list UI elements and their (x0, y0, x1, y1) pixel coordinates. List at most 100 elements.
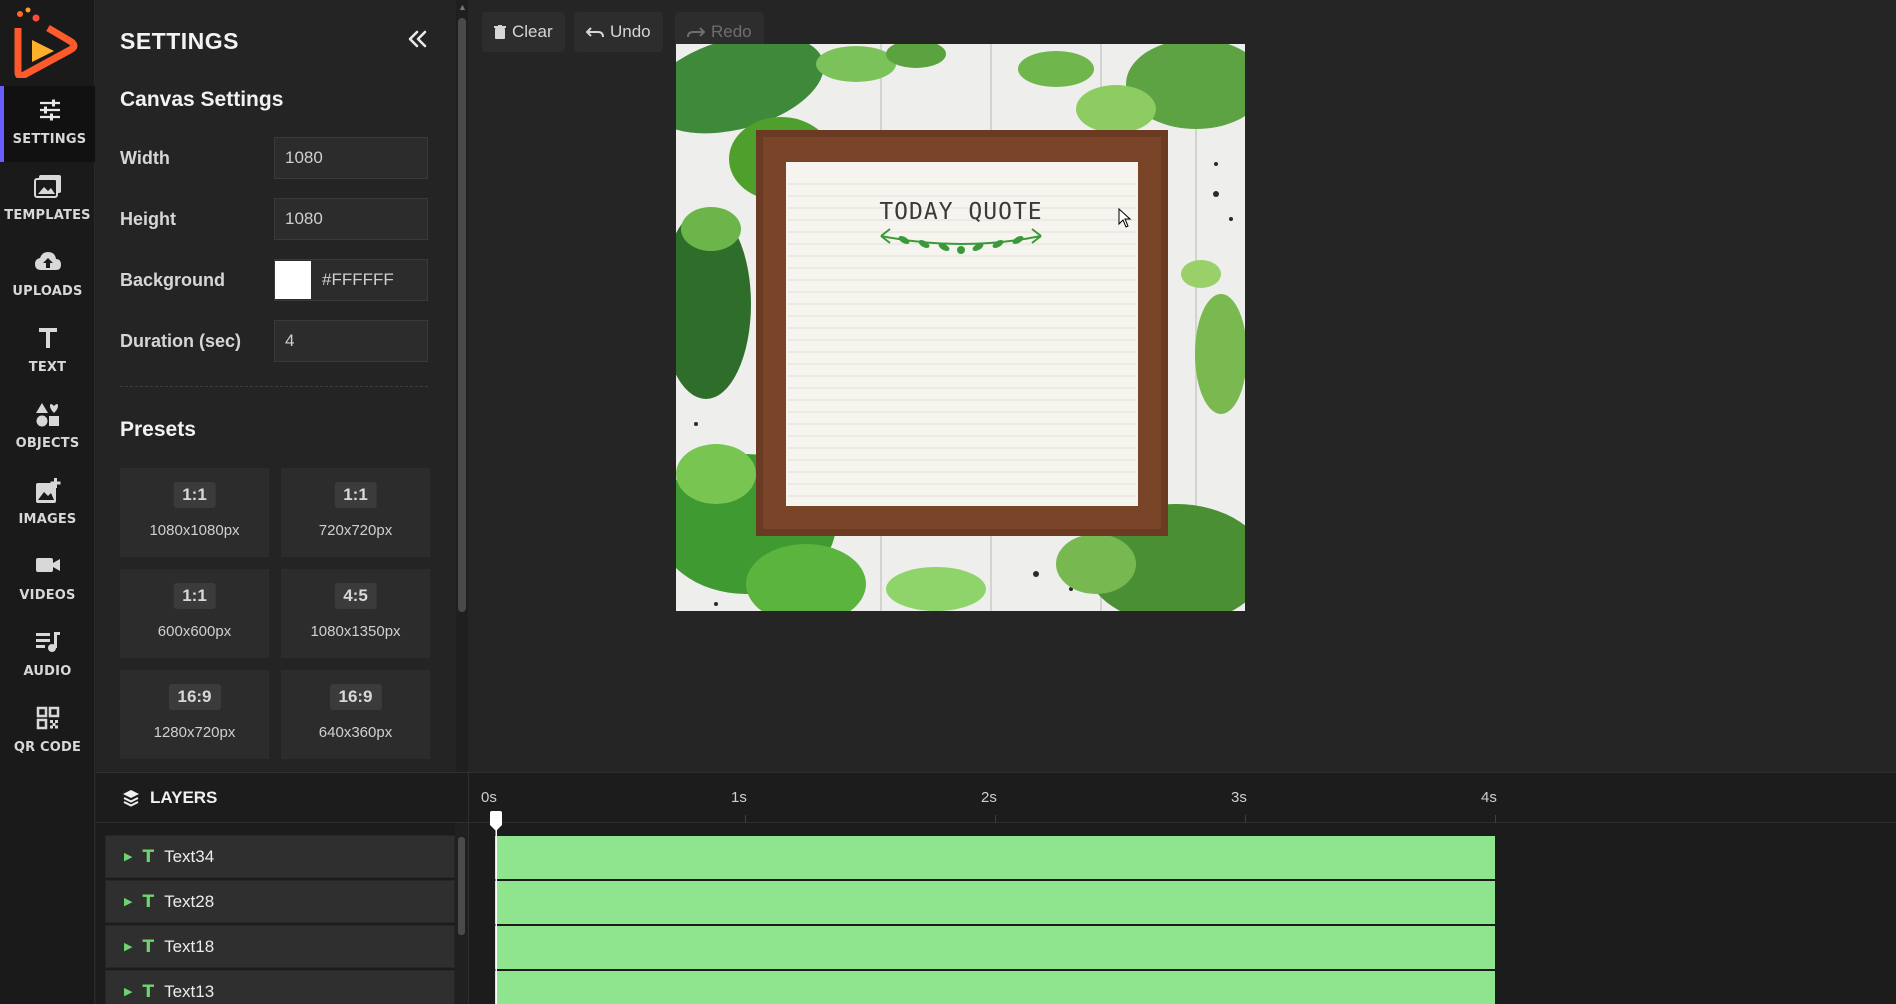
duration-input[interactable] (274, 320, 428, 362)
text-layer-icon: T (142, 936, 155, 957)
rail-uploads[interactable]: UPLOADS (0, 238, 95, 314)
layer-row[interactable]: ▶ T Text28 (105, 880, 455, 923)
redo-icon (687, 27, 705, 38)
height-input[interactable] (274, 198, 428, 240)
duration-label: Duration (sec) (120, 331, 242, 351)
design-canvas[interactable]: TODAY QUOTE (676, 44, 1245, 611)
rail-templates[interactable]: TEMPLATES (0, 162, 95, 238)
layer-name: Text18 (164, 936, 215, 956)
mouse-pointer-icon (1118, 207, 1132, 233)
preset-dimensions: 1080x1080px (149, 522, 240, 539)
quote-title-text[interactable]: TODAY QUOTE (879, 199, 1042, 225)
undo-icon (586, 27, 604, 38)
music-list-icon (0, 630, 95, 658)
preset-card[interactable]: 16:9 640x360px (281, 670, 430, 759)
video-camera-icon (0, 554, 95, 582)
layer-track-bar[interactable] (495, 881, 1495, 925)
preset-dimensions: 1080x1350px (310, 623, 401, 640)
layers-list: ▶ T Text34 ▶ T Text28 ▶ T Text18 ▶ T Tex… (96, 823, 468, 1004)
layer-row[interactable]: ▶ T Text13 (105, 970, 455, 1004)
rail-settings[interactable]: SETTINGS (0, 86, 95, 162)
rail-label: SETTINGS (12, 132, 87, 147)
layers-heading: LAYERS (150, 787, 218, 807)
undo-label: Undo (610, 22, 651, 41)
preset-dimensions: 600x600px (157, 623, 232, 640)
layer-row[interactable]: ▶ T Text34 (105, 835, 455, 878)
tick-label: 3s (1231, 789, 1247, 806)
rail-images[interactable]: IMAGES (0, 466, 95, 542)
timeline-ruler[interactable]: 0s 1s 2s 3s 4s (469, 773, 1896, 823)
layer-track-bar[interactable] (495, 971, 1495, 1004)
tick-label: 1s (731, 789, 747, 806)
height-label: Height (120, 209, 176, 229)
expand-caret-icon[interactable]: ▶ (124, 895, 132, 908)
scroll-up-arrow-icon[interactable]: ▲ (458, 2, 467, 12)
tick-mark (1495, 815, 1496, 823)
rail-objects[interactable]: OBJECTS (0, 390, 95, 466)
preset-ratio: 16:9 (329, 684, 382, 710)
preset-ratio: 1:1 (334, 482, 377, 508)
background-label: Background (120, 270, 226, 290)
canvas-workspace: Clear Undo Redo TODAY QUOTE (468, 0, 1896, 772)
qr-code-icon (0, 706, 95, 734)
panel-title: SETTINGS (120, 28, 240, 54)
cloud-upload-icon (0, 250, 95, 278)
background-color-swatch[interactable] (275, 261, 311, 299)
rail-label: IMAGES (18, 512, 77, 527)
undo-button[interactable]: Undo (574, 12, 663, 52)
rail-videos[interactable]: VIDEOS (0, 542, 95, 618)
collapse-panel-button[interactable] (404, 26, 430, 52)
preset-card[interactable]: 16:9 1280x720px (120, 670, 269, 759)
rail-qr-code[interactable]: QR CODE (0, 694, 95, 770)
expand-caret-icon[interactable]: ▶ (124, 985, 132, 998)
preset-card[interactable]: 1:1 600x600px (120, 569, 269, 658)
preset-ratio: 16:9 (168, 684, 221, 710)
add-image-icon (0, 478, 95, 506)
text-layer-icon: T (142, 981, 155, 1002)
redo-label: Redo (711, 22, 752, 41)
text-layer-icon: T (142, 846, 155, 867)
rail-label: TEXT (28, 360, 67, 375)
preset-ratio: 4:5 (334, 583, 377, 609)
rail-label: OBJECTS (15, 436, 80, 451)
layers-scrollbar[interactable] (455, 823, 468, 1004)
preset-dimensions: 640x360px (318, 724, 393, 741)
layer-track-bar[interactable] (495, 926, 1495, 970)
rail-label: VIDEOS (19, 588, 76, 603)
background-hex-value[interactable]: #FFFFFF (322, 270, 394, 290)
rail-audio[interactable]: AUDIO (0, 618, 95, 694)
scrollbar-thumb[interactable] (458, 18, 466, 612)
settings-scrollbar[interactable]: ▲ (456, 0, 468, 772)
expand-caret-icon[interactable]: ▶ (124, 850, 132, 863)
double-chevron-left-icon (408, 30, 427, 48)
shapes-icon (0, 402, 95, 430)
preset-dimensions: 1280x720px (153, 724, 236, 741)
layer-track-bar[interactable] (495, 836, 1495, 880)
image-stack-icon (0, 174, 95, 202)
rail-text[interactable]: TEXT (0, 314, 95, 390)
clear-button[interactable]: Clear (482, 12, 565, 52)
scrollbar-thumb[interactable] (458, 837, 465, 935)
text-layer-icon: T (142, 891, 155, 912)
text-t-icon (0, 326, 95, 354)
preset-ratio: 1:1 (173, 482, 216, 508)
preset-card[interactable]: 4:5 1080x1350px (281, 569, 430, 658)
width-input[interactable] (274, 137, 428, 179)
rail-label: QR CODE (13, 740, 82, 755)
width-label: Width (120, 148, 170, 168)
preset-card[interactable]: 1:1 1080x1080px (120, 468, 269, 557)
preset-dimensions: 720x720px (318, 522, 393, 539)
sliders-icon (4, 98, 95, 126)
expand-caret-icon[interactable]: ▶ (124, 940, 132, 953)
section-divider (120, 386, 428, 387)
rail-label: UPLOADS (12, 284, 83, 299)
playhead-handle[interactable] (488, 811, 504, 1004)
preset-card[interactable]: 1:1 720x720px (281, 468, 430, 557)
settings-panel: SETTINGS Canvas Settings Width Height Ba… (96, 0, 456, 772)
rail-label: AUDIO (23, 664, 72, 679)
layer-row[interactable]: ▶ T Text18 (105, 925, 455, 968)
tick-mark (1245, 815, 1246, 823)
timeline-panel: LAYERS ▶ T Text34 ▶ T Text28 ▶ T Text18 … (96, 772, 1896, 1004)
layer-name: Text13 (164, 981, 215, 1001)
tick-label: 0s (481, 789, 497, 806)
